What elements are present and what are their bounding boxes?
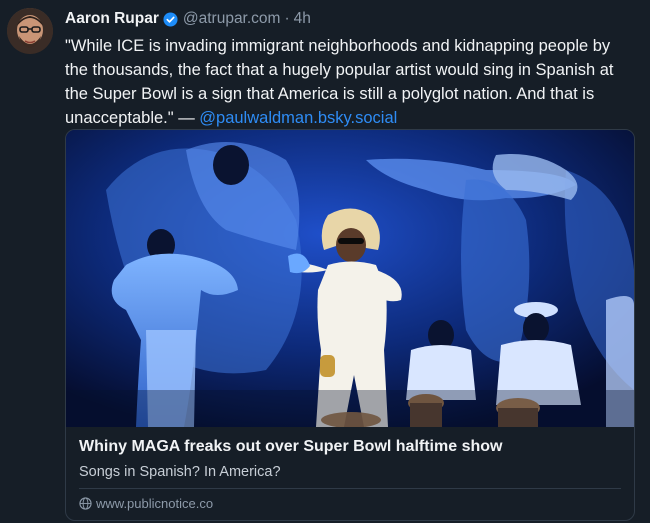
mention-link[interactable]: @paulwaldman.bsky.social <box>199 109 397 127</box>
post: Aaron Rupar @atrupar.com · 4h "While ICE… <box>0 0 650 523</box>
header-separator: · <box>284 10 290 27</box>
post-text: "While ICE is invading immigrant neighbo… <box>65 34 635 130</box>
post-header: Aaron Rupar @atrupar.com · 4h <box>65 9 311 29</box>
author-handle[interactable]: @atrupar.com <box>183 10 281 28</box>
link-card-domain: www.publicnotice.co <box>79 496 213 511</box>
link-card-divider <box>79 488 621 489</box>
link-card-domain-text: www.publicnotice.co <box>96 496 214 511</box>
link-card-description: Songs in Spanish? In America? <box>79 464 281 480</box>
avatar-image <box>7 8 53 54</box>
link-card-title[interactable]: Whiny MAGA freaks out over Super Bowl ha… <box>79 438 502 456</box>
author-name[interactable]: Aaron Rupar <box>65 10 159 28</box>
post-timestamp[interactable]: 4h <box>294 10 311 28</box>
link-card-image <box>66 130 634 427</box>
link-card[interactable]: Whiny MAGA freaks out over Super Bowl ha… <box>65 129 635 521</box>
globe-icon <box>79 497 92 510</box>
avatar[interactable] <box>7 8 53 54</box>
verified-badge-icon <box>163 11 178 27</box>
